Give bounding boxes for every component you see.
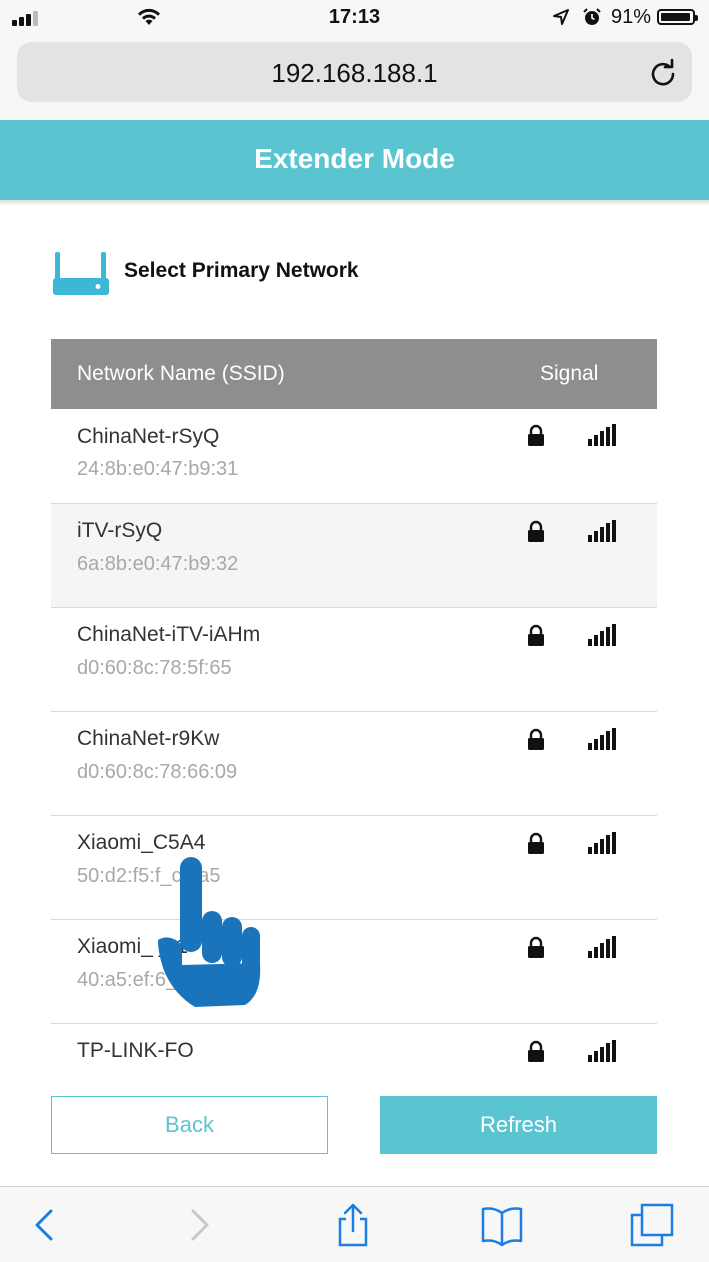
bookmarks-icon[interactable] <box>480 1203 524 1247</box>
status-bar: 17:13 91% <box>0 0 709 36</box>
network-ssid: ChinaNet-iTV-iAHm <box>77 623 261 646</box>
network-row[interactable]: ChinaNet-iTV-iAHm d0:60:8c:78:5f:65 <box>51 608 657 712</box>
tap-hand-icon <box>158 857 261 1007</box>
signal-strength-icon <box>588 1040 616 1062</box>
back-button[interactable]: Back <box>51 1096 328 1154</box>
clock-time: 17:13 <box>328 6 381 28</box>
network-row[interactable]: TP-LINK-FO <box>51 1024 657 1083</box>
signal-strength-icon <box>588 936 616 958</box>
network-ssid: ChinaNet-r9Kw <box>77 727 220 750</box>
network-ssid: iTV-rSyQ <box>77 519 163 542</box>
network-mac: d0:60:8c:78:66:09 <box>77 761 238 783</box>
share-icon[interactable] <box>331 1203 375 1247</box>
column-header-ssid: Network Name (SSID) <box>77 362 285 385</box>
table-header: Network Name (SSID) Signal <box>51 339 657 409</box>
header-shadow <box>0 200 709 206</box>
network-ssid: TP-LINK-FO <box>77 1039 194 1062</box>
network-mac: d0:60:8c:78:5f:65 <box>77 657 232 679</box>
forward-arrow-icon[interactable] <box>178 1203 222 1247</box>
signal-strength-icon <box>588 424 616 446</box>
network-row[interactable]: Xiaomi_C5A4 50:d2:f5:f_c5:a5 <box>51 816 657 920</box>
lock-icon <box>528 520 544 542</box>
network-row[interactable]: ChinaNet-rSyQ 24:8b:e0:47:b9:31 <box>51 409 657 504</box>
url-text: 192.168.188.1 <box>271 58 438 88</box>
battery-icon <box>657 9 698 25</box>
network-ssid: ChinaNet-rSyQ <box>77 425 220 448</box>
lock-icon <box>528 936 544 958</box>
signal-strength-icon <box>588 728 616 750</box>
network-table: Network Name (SSID) Signal ChinaNet-rSyQ… <box>51 339 657 1083</box>
battery-percentage: 91% <box>611 6 652 28</box>
column-header-signal: Signal <box>540 362 599 385</box>
browser-toolbar <box>0 1186 709 1262</box>
section-title: Select Primary Network <box>124 259 359 282</box>
url-field[interactable]: 192.168.188.1 <box>17 42 692 102</box>
network-row[interactable]: Xiaomi_ _ 1 40:a5:ef:6_ _0 <box>51 920 657 1024</box>
page-header: Extender Mode <box>0 120 709 200</box>
section-heading: Select Primary Network <box>52 246 652 298</box>
signal-strength-icon <box>588 832 616 854</box>
location-arrow-icon <box>553 9 569 25</box>
router-icon <box>53 252 109 295</box>
browser-address-bar: 192.168.188.1 <box>0 36 709 120</box>
lock-icon <box>528 728 544 750</box>
lock-icon <box>528 624 544 646</box>
lock-icon <box>528 424 544 446</box>
reload-icon[interactable] <box>648 58 678 88</box>
network-list: ChinaNet-rSyQ 24:8b:e0:47:b9:31 iTV-rSyQ… <box>51 409 657 1083</box>
back-arrow-icon[interactable] <box>22 1203 66 1247</box>
network-mac: 24:8b:e0:47:b9:31 <box>77 458 239 480</box>
alarm-clock-icon <box>583 8 601 25</box>
tabs-icon[interactable] <box>630 1203 674 1247</box>
signal-strength-icon <box>588 520 616 542</box>
network-row[interactable]: ChinaNet-r9Kw d0:60:8c:78:66:09 <box>51 712 657 816</box>
lock-icon <box>528 1040 544 1062</box>
page-title: Extender Mode <box>254 143 455 174</box>
refresh-button[interactable]: Refresh <box>380 1096 657 1154</box>
network-row[interactable]: iTV-rSyQ 6a:8b:e0:47:b9:32 <box>51 504 657 608</box>
network-mac: 6a:8b:e0:47:b9:32 <box>77 553 239 575</box>
lock-icon <box>528 832 544 854</box>
signal-strength-icon <box>588 624 616 646</box>
